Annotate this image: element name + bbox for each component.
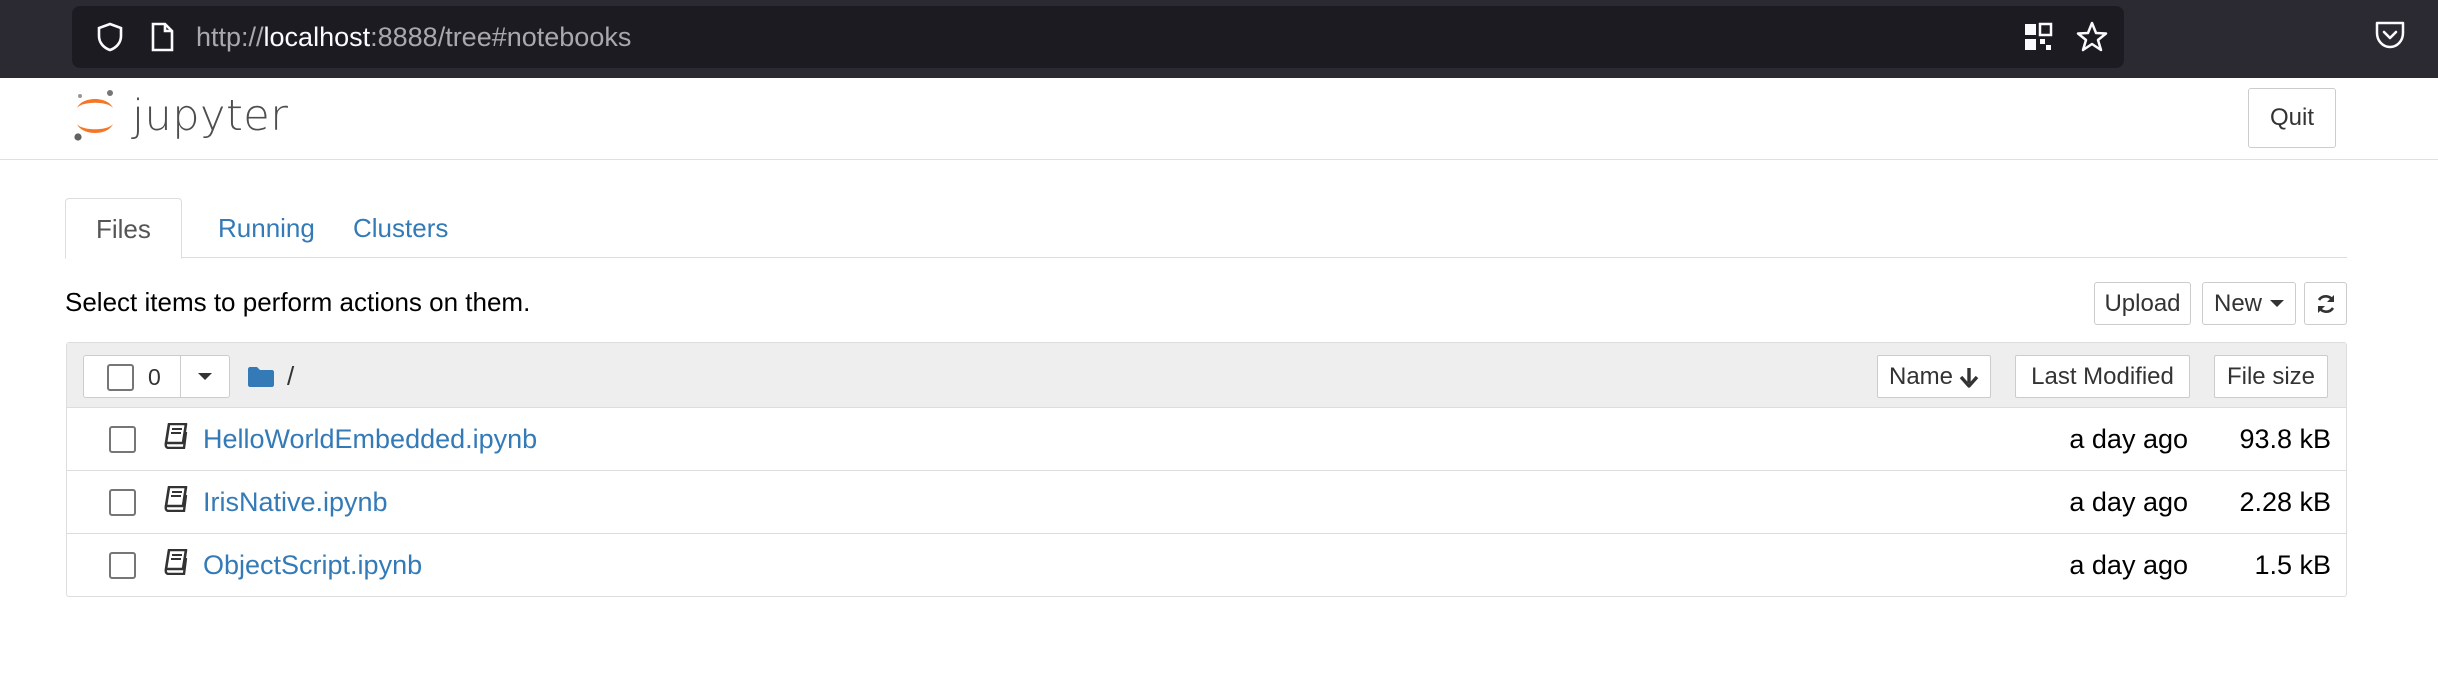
- sort-by-modified-button[interactable]: Last Modified: [2015, 355, 2190, 398]
- address-bar[interactable]: http://localhost:8888/tree#notebooks: [72, 6, 2124, 68]
- list-item[interactable]: ObjectScript.ipynb a day ago 1.5 kB: [67, 534, 2346, 597]
- row-checkbox[interactable]: [109, 426, 136, 453]
- row-checkbox[interactable]: [109, 552, 136, 579]
- folder-icon[interactable]: [247, 366, 275, 388]
- file-link[interactable]: IrisNative.ipynb: [203, 471, 388, 534]
- file-link[interactable]: HelloWorldEmbedded.ipynb: [203, 408, 537, 471]
- caret-down-icon: [2270, 300, 2284, 307]
- new-dropdown-button[interactable]: New: [2202, 282, 2296, 325]
- qr-code-icon[interactable]: [2018, 6, 2058, 68]
- file-size: 2.28 kB: [2239, 487, 2331, 517]
- row-checkbox[interactable]: [109, 489, 136, 516]
- sort-by-name-button[interactable]: Name: [1877, 355, 1991, 398]
- list-item[interactable]: IrisNative.ipynb a day ago 2.28 kB: [67, 471, 2346, 534]
- tab-clusters[interactable]: Clusters: [323, 198, 478, 258]
- file-modified: a day ago: [2069, 424, 2188, 454]
- logo-text: jupyter: [132, 91, 289, 141]
- list-header: 0 / Name Last Modified File size: [67, 343, 2346, 408]
- tab-running[interactable]: Running: [188, 198, 345, 258]
- tab-bar: Files Running Clusters: [65, 198, 2347, 259]
- tab-files[interactable]: Files: [65, 198, 182, 259]
- select-menu-dropdown[interactable]: [180, 355, 230, 398]
- file-modified: a day ago: [2069, 487, 2188, 517]
- select-all-box: 0: [83, 355, 181, 398]
- notebook-list: 0 / Name Last Modified File size HelloWo…: [66, 342, 2347, 597]
- upload-label: Upload: [2104, 289, 2181, 317]
- pocket-icon[interactable]: [2373, 18, 2407, 57]
- file-size: 93.8 kB: [2239, 424, 2331, 454]
- shield-icon[interactable]: [90, 6, 130, 68]
- selected-count: 0: [148, 364, 161, 390]
- new-label: New: [2213, 289, 2262, 317]
- jupyter-logo-icon: [74, 90, 113, 141]
- file-modified: a day ago: [2069, 550, 2188, 580]
- file-size: 1.5 kB: [2254, 550, 2331, 580]
- sort-name-label: Name: [1888, 362, 1954, 390]
- selection-instruction: Select items to perform actions on them.: [65, 287, 531, 317]
- breadcrumb-root[interactable]: /: [287, 361, 294, 392]
- file-link[interactable]: ObjectScript.ipynb: [203, 534, 422, 597]
- notebook-icon: [164, 423, 188, 449]
- quit-button[interactable]: Quit: [2248, 88, 2336, 148]
- url-text[interactable]: http://localhost:8888/tree#notebooks: [196, 6, 631, 68]
- star-bookmark-icon[interactable]: [2072, 6, 2112, 68]
- jupyter-header: jupyter Quit: [0, 78, 2438, 160]
- refresh-button[interactable]: [2304, 282, 2347, 325]
- refresh-icon: [2317, 294, 2334, 313]
- list-item[interactable]: HelloWorldEmbedded.ipynb a day ago 93.8 …: [67, 408, 2346, 471]
- notebook-icon: [164, 549, 188, 575]
- caret-down-icon: [198, 373, 212, 380]
- upload-button[interactable]: Upload: [2094, 282, 2191, 325]
- select-all-checkbox[interactable]: [107, 364, 134, 391]
- notebook-icon: [164, 486, 188, 512]
- sort-by-size-button[interactable]: File size: [2214, 355, 2328, 398]
- breadcrumb: /: [247, 355, 294, 398]
- page-icon: [144, 6, 180, 68]
- jupyter-logo[interactable]: jupyter: [72, 88, 288, 144]
- browser-toolbar: http://localhost:8888/tree#notebooks: [0, 0, 2438, 78]
- arrow-down-icon: [1959, 367, 1979, 388]
